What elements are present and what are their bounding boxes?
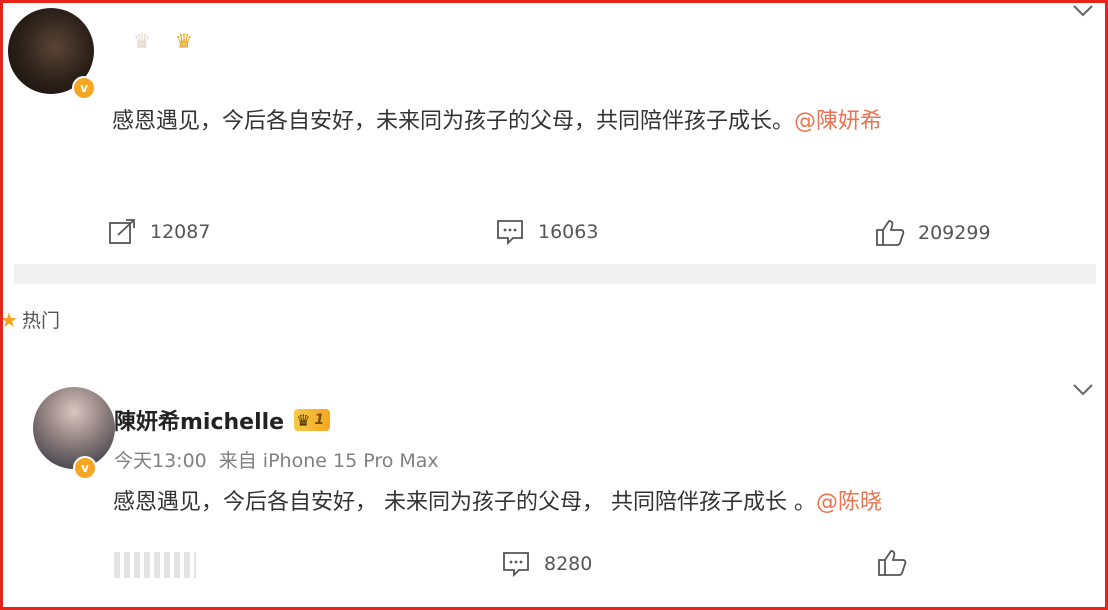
thumbs-up-icon	[876, 220, 905, 246]
post-source: 来自 iPhone 15 Pro Max	[218, 450, 439, 472]
like-count: 209299	[918, 222, 991, 244]
post-original: v ♛ ♛ 感恩遇见，今后各自安好，未来同为孩子的父母，共同陪伴孩子成长。@陳妍…	[0, 0, 1108, 262]
share-icon	[109, 219, 135, 244]
action-bar: 8280	[0, 546, 1108, 586]
crown-icon: ♛	[296, 410, 311, 430]
comment-button[interactable]: 8280	[502, 550, 592, 578]
like-button[interactable]: 209299	[874, 218, 991, 248]
medal-icon: ♛	[133, 29, 151, 53]
mention-link[interactable]: @陳妍希	[794, 109, 882, 134]
action-bar: 12087 16063 209299	[0, 210, 1108, 250]
post-text: 感恩遇见，今后各自安好， 未来同为孩子的父母， 共同陪伴孩子成长 。	[113, 490, 816, 515]
repost-button[interactable]	[114, 552, 196, 578]
chevron-down-icon[interactable]	[1072, 4, 1094, 18]
comment-item: v 陳妍希michelle ♛ 1 今天13:00 来自 iPhone 15 P…	[0, 284, 1108, 610]
badge-row: ♛ ♛	[130, 29, 196, 53]
thumbs-up-icon	[878, 550, 907, 576]
verified-badge-icon: v	[72, 76, 96, 100]
post-text: 感恩遇见，今后各自安好，未来同为孩子的父母，共同陪伴孩子成长。	[112, 109, 795, 134]
post-content: 感恩遇见，今后各自安好， 未来同为孩子的父母， 共同陪伴孩子成长 。@陈晓	[113, 484, 882, 516]
like-button[interactable]	[876, 548, 908, 578]
comment-icon	[497, 220, 523, 246]
redacted-repost-count	[114, 552, 196, 578]
username[interactable]: 陳妍希michelle	[114, 404, 284, 436]
repost-count: 12087	[150, 221, 211, 243]
crown-icon: ♛	[175, 29, 193, 53]
avatar[interactable]	[33, 387, 115, 469]
vip-badge[interactable]: ♛ 1	[294, 409, 331, 431]
comment-button[interactable]: 16063	[496, 218, 598, 246]
section-divider	[14, 264, 1096, 284]
verified-badge-icon: v	[73, 456, 97, 480]
mention-link[interactable]: @陈晓	[816, 490, 882, 515]
comment-count: 8280	[544, 553, 593, 575]
post-meta: 今天13:00 来自 iPhone 15 Pro Max	[114, 446, 439, 473]
post-time: 今天13:00	[114, 450, 207, 472]
post-content: 感恩遇见，今后各自安好，未来同为孩子的父母，共同陪伴孩子成长。@陳妍希	[112, 103, 882, 135]
chevron-down-icon[interactable]	[1072, 383, 1094, 397]
username-row: 陳妍希michelle ♛ 1	[114, 404, 331, 436]
vip-level: 1	[314, 412, 325, 428]
comment-count: 16063	[538, 221, 599, 243]
comment-icon	[503, 552, 529, 578]
repost-button[interactable]: 12087	[108, 218, 210, 246]
